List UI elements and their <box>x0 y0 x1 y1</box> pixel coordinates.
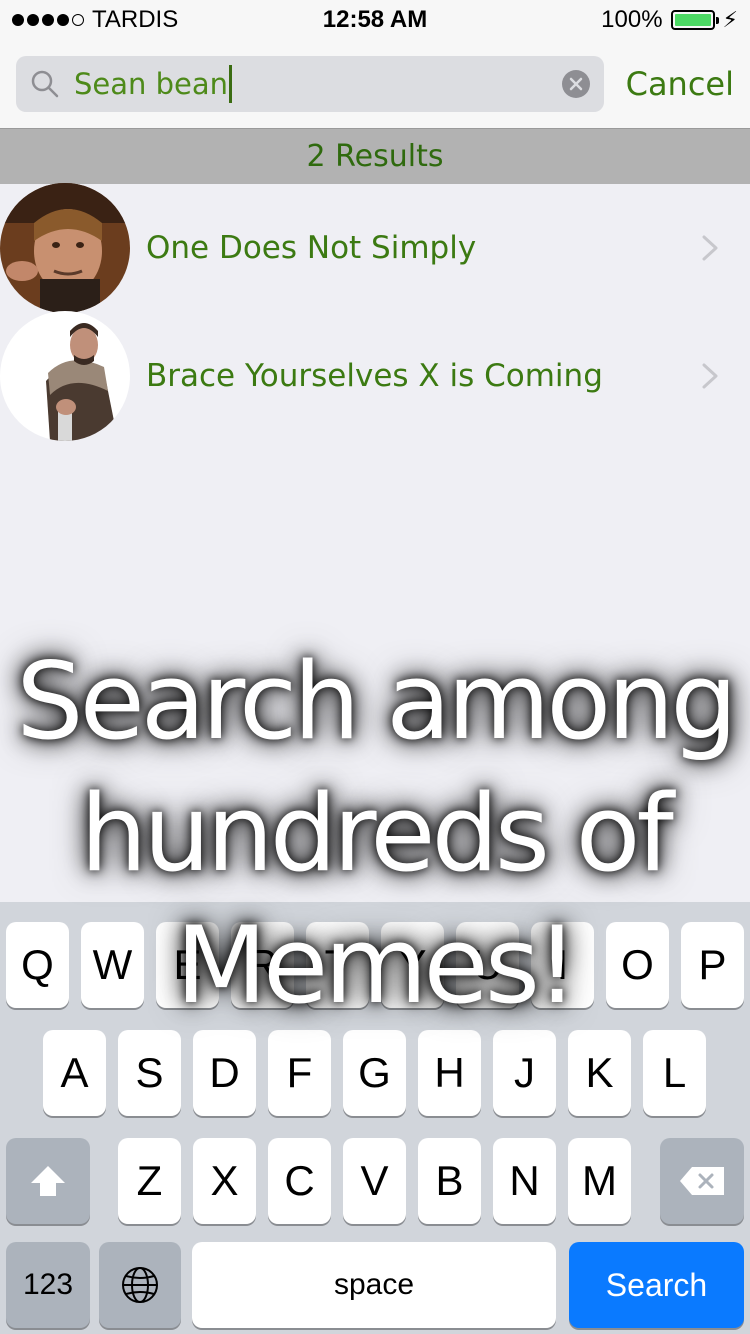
key-w[interactable]: W <box>81 922 144 1008</box>
key-a[interactable]: A <box>43 1030 106 1116</box>
key-p[interactable]: P <box>681 922 744 1008</box>
key-b[interactable]: B <box>418 1138 481 1224</box>
search-input[interactable]: Sean bean <box>74 65 562 103</box>
key-f[interactable]: F <box>268 1030 331 1116</box>
key-x[interactable]: X <box>193 1138 256 1224</box>
key-r[interactable]: R <box>231 922 294 1008</box>
battery-percent: 100% <box>601 6 663 33</box>
status-right: 100% ⚡ <box>601 6 738 34</box>
key-i[interactable]: I <box>531 922 594 1008</box>
battery-icon <box>670 10 719 30</box>
numbers-key[interactable]: 123 <box>6 1242 90 1328</box>
key-h[interactable]: H <box>418 1030 481 1116</box>
key-q[interactable]: Q <box>6 922 69 1008</box>
cancel-button[interactable]: Cancel <box>626 65 734 103</box>
search-field[interactable]: Sean bean <box>16 56 604 112</box>
backspace-icon <box>680 1167 724 1195</box>
keyboard: Q W E R T Y U I O P A S D F G H J K L Z … <box>0 902 750 1334</box>
search-header: Sean bean Cancel <box>0 40 750 128</box>
list-item[interactable]: One Does Not Simply <box>0 183 750 313</box>
result-title: One Does Not Simply <box>146 230 477 266</box>
shift-icon <box>31 1166 65 1196</box>
shift-key[interactable] <box>6 1138 90 1224</box>
keyboard-row-4: 123 space Search <box>0 1242 750 1328</box>
list-item[interactable]: Brace Yourselves X is Coming <box>0 311 750 441</box>
globe-icon <box>122 1267 158 1303</box>
key-y[interactable]: Y <box>381 922 444 1008</box>
status-bar: TARDIS 12:58 AM 100% ⚡ <box>0 0 750 40</box>
keyboard-row-3: Z X C V B N M <box>0 1138 750 1224</box>
text-caret <box>229 65 233 103</box>
search-icon <box>31 70 59 98</box>
chevron-right-icon <box>702 363 718 389</box>
key-n[interactable]: N <box>493 1138 556 1224</box>
promo-line-2: hundreds of <box>80 772 674 895</box>
space-key[interactable]: space <box>192 1242 556 1328</box>
results-count-banner: 2 Results <box>0 128 750 184</box>
key-j[interactable]: J <box>493 1030 556 1116</box>
clear-search-icon[interactable] <box>561 70 590 98</box>
key-l[interactable]: L <box>643 1030 706 1116</box>
key-o[interactable]: O <box>606 922 669 1008</box>
keyboard-row-2: A S D F G H J K L <box>0 1030 750 1116</box>
chevron-right-icon <box>702 235 718 261</box>
key-g[interactable]: G <box>343 1030 406 1116</box>
key-c[interactable]: C <box>268 1138 331 1224</box>
search-input-text: Sean bean <box>74 67 229 101</box>
key-t[interactable]: T <box>306 922 369 1008</box>
meme-thumbnail <box>0 183 130 313</box>
key-m[interactable]: M <box>568 1138 631 1224</box>
result-list: One Does Not Simply Brace Yourselves X i… <box>0 183 750 441</box>
key-k[interactable]: K <box>568 1030 631 1116</box>
key-d[interactable]: D <box>193 1030 256 1116</box>
backspace-key[interactable] <box>660 1138 744 1224</box>
key-z[interactable]: Z <box>118 1138 181 1224</box>
globe-key[interactable] <box>99 1242 181 1328</box>
charging-icon: ⚡ <box>722 7 738 32</box>
key-u[interactable]: U <box>456 922 519 1008</box>
search-key[interactable]: Search <box>569 1242 744 1328</box>
result-title: Brace Yourselves X is Coming <box>146 358 603 394</box>
promo-line-1: Search among <box>16 640 737 763</box>
key-v[interactable]: V <box>343 1138 406 1224</box>
meme-thumbnail <box>0 311 130 441</box>
key-e[interactable]: E <box>156 922 219 1008</box>
key-s[interactable]: S <box>118 1030 181 1116</box>
keyboard-row-1: Q W E R T Y U I O P <box>0 922 750 1008</box>
